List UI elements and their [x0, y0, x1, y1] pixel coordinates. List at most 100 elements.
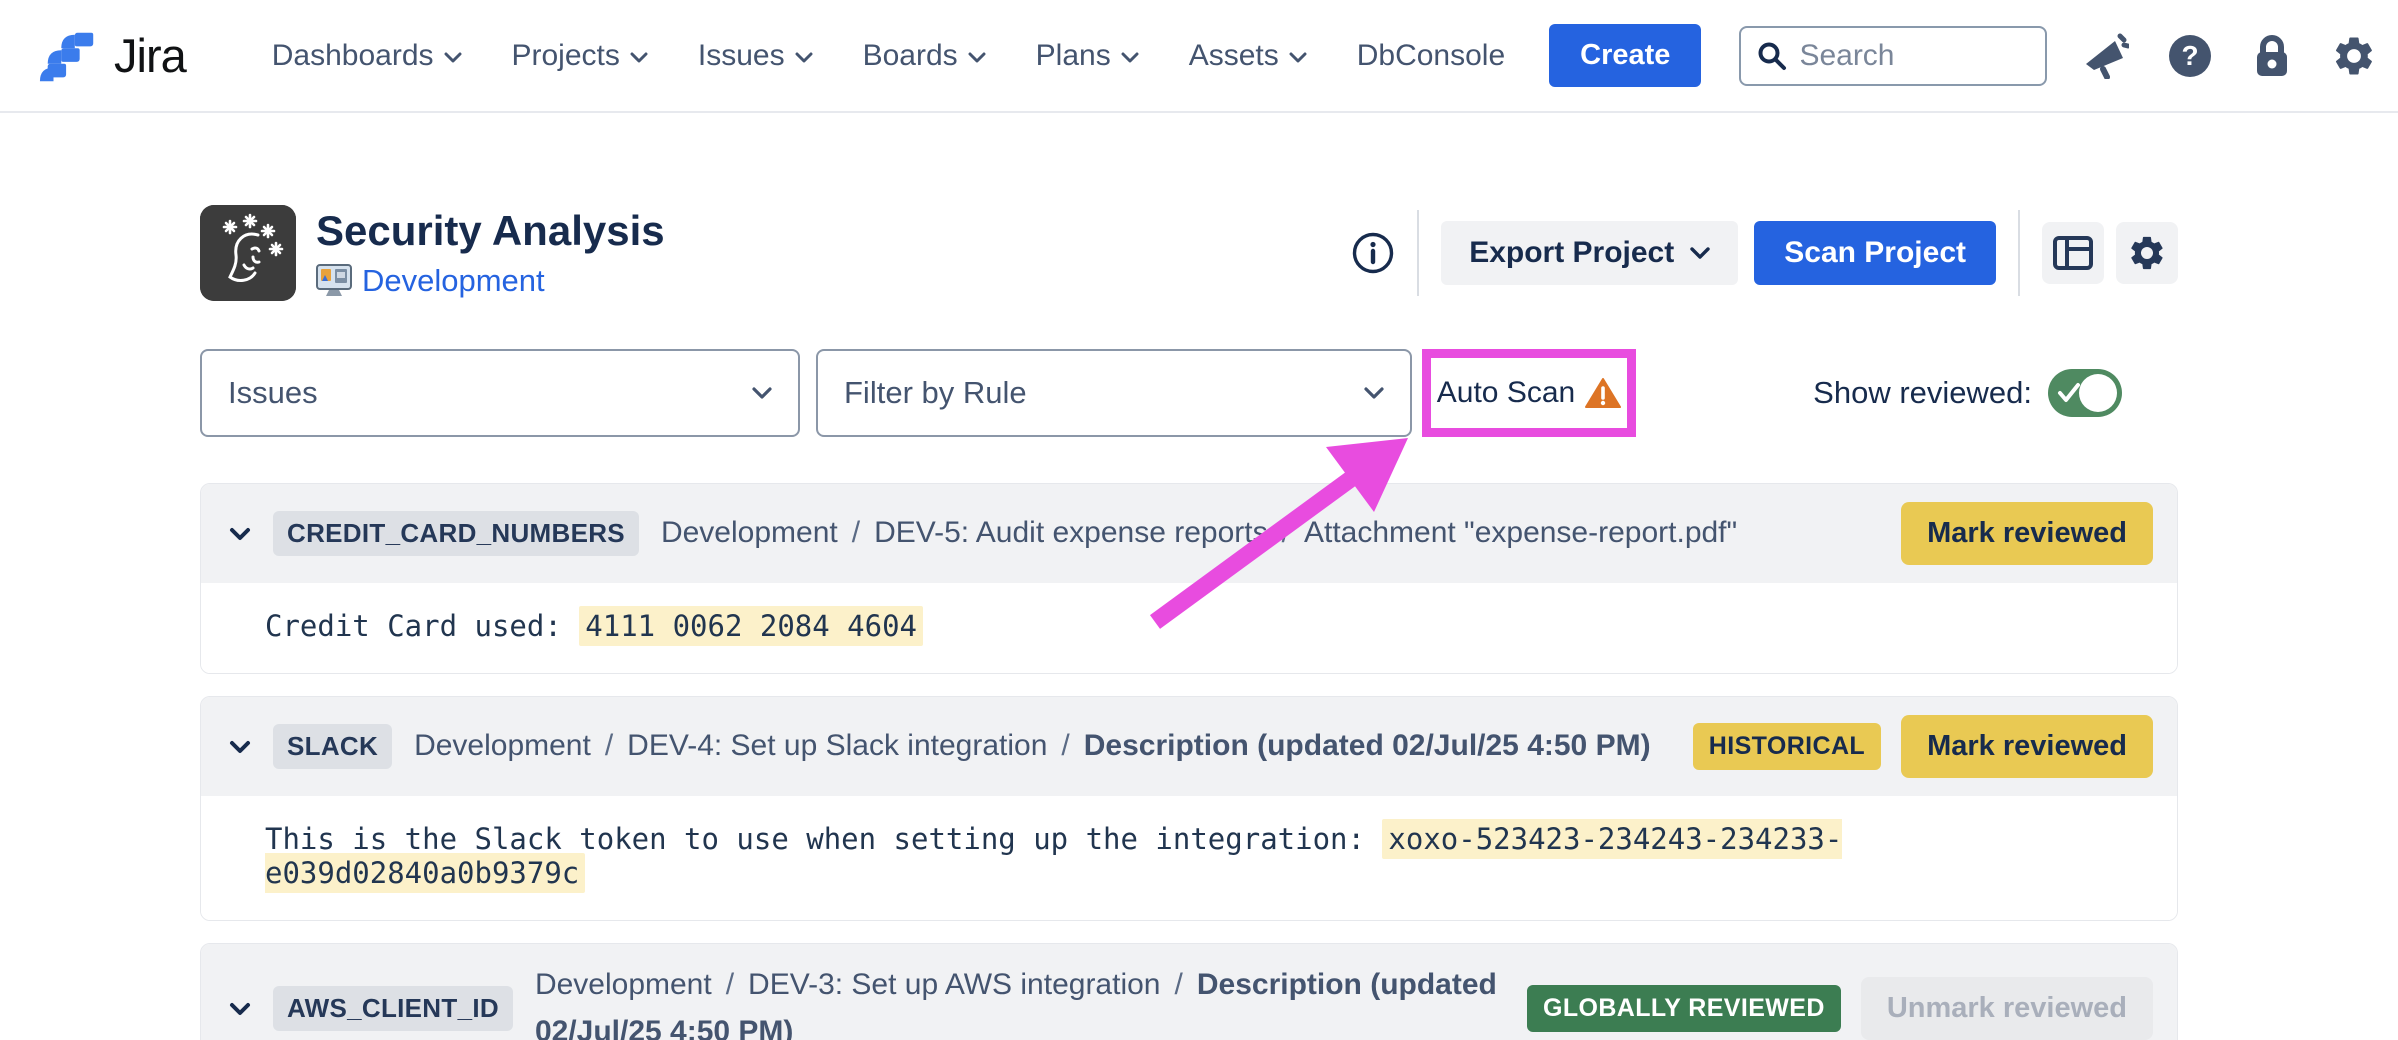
- annotation-box-auto-scan: Auto Scan: [1422, 349, 1636, 437]
- show-reviewed-toggle[interactable]: [2048, 369, 2122, 417]
- breadcrumb-issue: DEV-3: Set up AWS integration: [748, 968, 1160, 1001]
- breadcrumb-separator: /: [1175, 968, 1183, 1001]
- nav-item-plans[interactable]: Plans: [1036, 39, 1139, 73]
- breadcrumb-issue: DEV-5: Audit expense reports: [874, 516, 1268, 549]
- divider: [2018, 210, 2020, 296]
- search-icon: [1757, 41, 1787, 71]
- layout-panel-button[interactable]: [2042, 222, 2104, 284]
- finding-card-aws: AWS_CLIENT_ID Development / DEV-3: Set up …: [200, 943, 2178, 1040]
- check-icon: [2057, 382, 2081, 404]
- chevron-down-icon: [752, 387, 772, 400]
- nav-item-dashboards[interactable]: Dashboards: [272, 39, 462, 73]
- breadcrumb-location: Attachment "expense-report.pdf": [1304, 516, 1737, 549]
- findings-list: CREDIT_CARD_NUMBERS Development/DEV-5: A…: [200, 483, 2178, 1040]
- nav-item-label: Dashboards: [272, 39, 434, 73]
- issues-select-value: Issues: [228, 375, 752, 411]
- unmark-reviewed-button[interactable]: Unmark reviewed: [1861, 977, 2153, 1040]
- jira-logo-text: Jira: [114, 28, 186, 83]
- issues-select[interactable]: Issues: [200, 349, 800, 437]
- nav-item-label: Boards: [863, 39, 958, 73]
- finding-header: AWS_CLIENT_ID Development / DEV-3: Set up …: [201, 944, 2177, 1040]
- collapse-chevron-icon[interactable]: [229, 1002, 251, 1016]
- gear-icon: [2127, 233, 2167, 273]
- nav-item-label: Projects: [512, 39, 620, 73]
- finding-card-slack: SLACK Development / DEV-4: Set up Slack in…: [200, 696, 2178, 921]
- nav-item-label: Issues: [698, 39, 785, 73]
- jira-logo-icon: [38, 25, 100, 87]
- breadcrumb-separator: /: [1282, 516, 1290, 549]
- nav-item-label: Plans: [1036, 39, 1111, 73]
- rule-badge: AWS_CLIENT_ID: [273, 986, 513, 1031]
- project-avatar-icon: [200, 205, 296, 301]
- create-button[interactable]: Create: [1549, 24, 1701, 87]
- finding-content: This is the Slack token to use when sett…: [201, 796, 2177, 920]
- info-icon[interactable]: [1351, 231, 1395, 275]
- breadcrumb-separator: /: [1061, 729, 1069, 762]
- nav-item-label: DbConsole: [1357, 39, 1505, 73]
- chevron-down-icon: [795, 52, 813, 64]
- collapse-chevron-icon[interactable]: [229, 740, 251, 754]
- nav-menu: Dashboards Projects Issues Boards Plans …: [272, 39, 1505, 73]
- breadcrumb-project: Development: [661, 516, 838, 549]
- breadcrumb-separator: /: [852, 516, 860, 549]
- finding-content: Credit Card used: 4111 0062 2084 4604: [201, 583, 2177, 673]
- finding-breadcrumb: Development / DEV-4: Set up Slack integrat…: [414, 723, 1651, 770]
- rule-select-value: Filter by Rule: [844, 375, 1364, 411]
- export-project-button[interactable]: Export Project: [1441, 221, 1738, 285]
- page-settings-button[interactable]: [2116, 222, 2178, 284]
- settings-gear-icon[interactable]: [2331, 33, 2377, 79]
- nav-item-assets[interactable]: Assets: [1189, 39, 1307, 73]
- lock-icon[interactable]: [2251, 33, 2293, 79]
- nav-icon-group: ?: [2083, 29, 2398, 83]
- toggle-knob: [2079, 374, 2117, 412]
- nav-item-label: Assets: [1189, 39, 1279, 73]
- filter-by-rule-select[interactable]: Filter by Rule: [816, 349, 1412, 437]
- chevron-down-icon: [630, 52, 648, 64]
- show-reviewed-label: Show reviewed:: [1813, 375, 2032, 411]
- chevron-down-icon: [1121, 52, 1139, 64]
- divider: [1417, 210, 1419, 296]
- content-text: Credit Card used:: [265, 609, 579, 643]
- export-project-label: Export Project: [1469, 236, 1674, 270]
- finding-breadcrumb: Development / DEV-5: Audit expense reports…: [661, 510, 1737, 557]
- breadcrumb-separator: /: [726, 968, 734, 1001]
- scan-project-button[interactable]: Scan Project: [1754, 221, 1996, 285]
- main-content: Security Analysis Development: [200, 205, 2178, 1040]
- globally-reviewed-badge: GLOBALLY REVIEWED: [1527, 985, 1841, 1032]
- finding-breadcrumb: Development / DEV-3: Set up AWS integratio…: [535, 962, 1505, 1040]
- page-header: Security Analysis Development: [200, 205, 2178, 301]
- breadcrumb-location: Description (updated 02/Jul/25 4:50 PM): [1084, 729, 1651, 762]
- announcements-megaphone-icon[interactable]: [2083, 33, 2129, 79]
- top-navbar: Jira Dashboards Projects Issues Boards P…: [0, 0, 2398, 113]
- help-icon[interactable]: ?: [2167, 33, 2213, 79]
- auto-scan-button[interactable]: Auto Scan: [1437, 376, 1575, 410]
- chevron-down-icon: [1364, 387, 1384, 400]
- project-breadcrumb-link[interactable]: Development: [362, 263, 545, 299]
- breadcrumb-project: Development: [414, 729, 591, 762]
- project-monitor-icon: [316, 264, 352, 298]
- rule-badge: SLACK: [273, 724, 392, 769]
- breadcrumb-issue: DEV-4: Set up Slack integration: [627, 729, 1047, 762]
- search-input[interactable]: [1799, 39, 2029, 73]
- finding-header: SLACK Development / DEV-4: Set up Slack in…: [201, 697, 2177, 796]
- chevron-down-icon: [1289, 52, 1307, 64]
- filters-row: Issues Filter by Rule Auto Scan Show rev…: [200, 349, 2178, 437]
- chevron-down-icon: [1690, 247, 1710, 260]
- nav-item-boards[interactable]: Boards: [863, 39, 986, 73]
- page-title: Security Analysis: [316, 207, 665, 255]
- show-reviewed-group: Show reviewed:: [1813, 369, 2122, 417]
- jira-logo[interactable]: Jira: [38, 25, 186, 87]
- collapse-chevron-icon[interactable]: [229, 527, 251, 541]
- content-text: This is the Slack token to use when sett…: [265, 822, 1382, 856]
- nav-item-issues[interactable]: Issues: [698, 39, 813, 73]
- search-box[interactable]: [1739, 26, 2047, 86]
- nav-item-projects[interactable]: Projects: [512, 39, 648, 73]
- svg-text:?: ?: [2182, 40, 2199, 71]
- mark-reviewed-button[interactable]: Mark reviewed: [1901, 715, 2153, 778]
- breadcrumb-project: Development: [535, 968, 712, 1001]
- nav-item-dbconsole[interactable]: DbConsole: [1357, 39, 1505, 73]
- mark-reviewed-button[interactable]: Mark reviewed: [1901, 502, 2153, 565]
- layout-panel-icon: [2053, 236, 2093, 270]
- historical-badge: HISTORICAL: [1693, 723, 1881, 770]
- breadcrumb-separator: /: [605, 729, 613, 762]
